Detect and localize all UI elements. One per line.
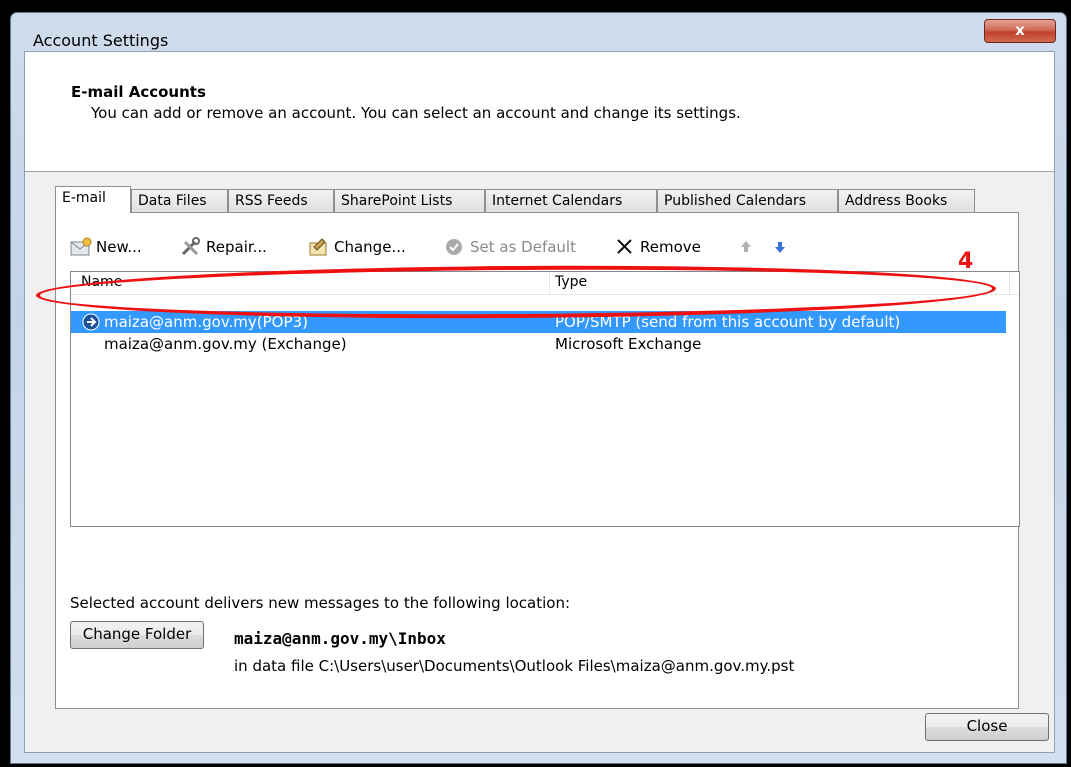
account-row-pop3[interactable]: maiza@anm.gov.my(POP3) POP/SMTP (send fr… (71, 311, 1006, 333)
column-header-type[interactable]: Type (555, 274, 587, 290)
remove-x-icon (614, 237, 636, 257)
account-name: maiza@anm.gov.my (Exchange) (104, 335, 347, 353)
close-button[interactable]: Close (925, 713, 1049, 741)
checkmark-circle-icon (444, 237, 466, 257)
change-folder-button[interactable]: Change Folder (70, 621, 204, 649)
set-as-default-button[interactable]: Set as Default (444, 235, 576, 259)
new-mail-icon (70, 237, 92, 257)
new-account-button[interactable]: New... (70, 235, 142, 259)
title-bar[interactable]: Account Settings x (11, 13, 1066, 55)
account-toolbar: New... Repair... Change... Set as Defaul… (70, 235, 970, 259)
delivery-description: Selected account delivers new messages t… (70, 594, 571, 612)
move-down-button[interactable] (770, 235, 796, 259)
column-divider[interactable] (549, 272, 550, 294)
account-row-exchange[interactable]: maiza@anm.gov.my (Exchange) Microsoft Ex… (71, 333, 1006, 355)
column-header-name[interactable]: Name (81, 274, 122, 290)
tab-data-files[interactable]: Data Files (131, 189, 228, 212)
repair-tools-icon (180, 237, 202, 257)
delivery-location: maiza@anm.gov.my\Inbox (234, 629, 446, 648)
repair-label: Repair... (206, 238, 267, 256)
set-as-default-label: Set as Default (470, 238, 576, 256)
new-label: New... (96, 238, 142, 256)
change-account-icon (308, 237, 330, 257)
account-list[interactable]: Name Type maiza@anm.gov.my(POP3) POP/SMT… (70, 271, 1020, 527)
tab-internet-calendars[interactable]: Internet Calendars (485, 189, 657, 212)
change-label: Change... (334, 238, 406, 256)
account-type: Microsoft Exchange (555, 335, 702, 353)
tab-rss-feeds[interactable]: RSS Feeds (228, 189, 334, 212)
arrow-down-icon (770, 237, 792, 257)
email-tab-panel: New... Repair... Change... Set as Defaul… (55, 212, 1020, 709)
header-title: E-mail Accounts (71, 83, 206, 101)
list-header: Name Type (71, 272, 1019, 295)
change-button[interactable]: Change... (308, 235, 406, 259)
account-name: maiza@anm.gov.my(POP3) (104, 313, 308, 331)
column-divider[interactable] (1009, 272, 1010, 294)
repair-button[interactable]: Repair... (180, 235, 267, 259)
dialog-client-area: E-mail Accounts You can add or remove an… (24, 51, 1055, 753)
annotation-number: 4 (958, 249, 974, 274)
header-panel: E-mail Accounts You can add or remove an… (25, 52, 1054, 172)
window-close-button[interactable]: x (984, 19, 1056, 43)
arrow-up-icon (736, 237, 758, 257)
tab-email[interactable]: E-mail (55, 186, 131, 213)
header-description: You can add or remove an account. You ca… (91, 104, 741, 122)
account-settings-window: Account Settings x E-mail Accounts You c… (10, 12, 1067, 764)
tab-published-calendars[interactable]: Published Calendars (657, 189, 838, 212)
data-file-path: in data file C:\Users\user\Documents\Out… (234, 657, 795, 675)
move-up-button[interactable] (736, 235, 762, 259)
tab-sharepoint-lists[interactable]: SharePoint Lists (334, 189, 485, 212)
tab-address-books[interactable]: Address Books (838, 189, 975, 212)
remove-button[interactable]: Remove (614, 235, 701, 259)
remove-label: Remove (640, 238, 701, 256)
window-title: Account Settings (33, 31, 169, 50)
account-type: POP/SMTP (send from this account by defa… (555, 313, 901, 331)
